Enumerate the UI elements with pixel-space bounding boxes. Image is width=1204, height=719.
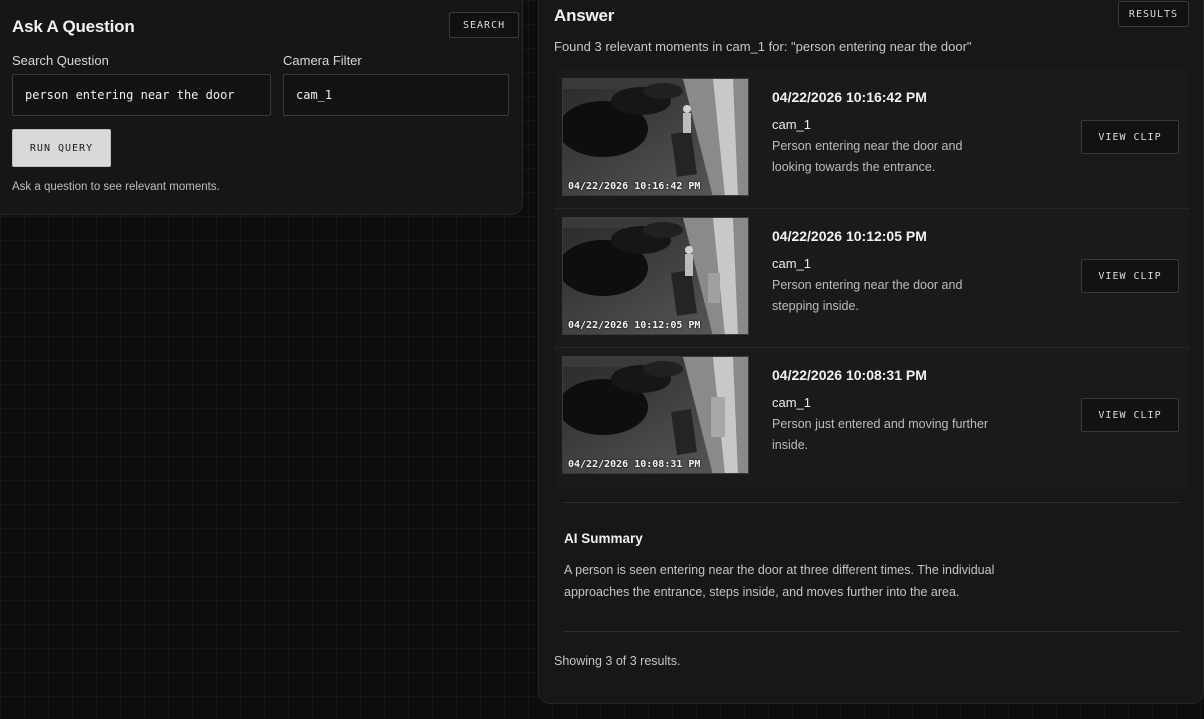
camera-filter-input[interactable]	[283, 74, 509, 116]
run-query-button[interactable]: RUN QUERY	[12, 129, 111, 167]
result-timestamp: 04/22/2026 10:08:31 PM	[772, 367, 927, 383]
camera-filter-label: Camera Filter	[283, 53, 362, 68]
result-description: Person entering near the door and steppi…	[772, 278, 963, 313]
thumbnail-timestamp: 04/22/2026 10:08:31 PM	[568, 459, 701, 470]
search-tag-button[interactable]: SEARCH	[449, 12, 520, 38]
thumbnail-timestamp: 04/22/2026 10:16:42 PM	[568, 181, 701, 192]
ask-question-panel: Ask A Question SEARCH Search Question Ca…	[0, 0, 523, 215]
result-item: 04/22/2026 10:16:42 PM 04/22/2026 10:16:…	[555, 70, 1189, 209]
view-clip-button[interactable]: VIEW CLIP	[1081, 120, 1179, 154]
answer-panel-title: Answer	[554, 6, 615, 25]
ai-summary-title: AI Summary	[564, 531, 643, 546]
result-thumbnail[interactable]: 04/22/2026 10:16:42 PM	[562, 78, 749, 196]
showing-results-text: Showing 3 of 3 results.	[554, 654, 681, 668]
result-description: Person entering near the door and lookin…	[772, 139, 963, 174]
results-tag-button[interactable]: RESULTS	[1118, 1, 1189, 27]
result-timestamp: 04/22/2026 10:16:42 PM	[772, 89, 927, 105]
result-camera: cam_1	[772, 117, 812, 132]
result-camera: cam_1	[772, 256, 812, 271]
result-item: 04/22/2026 10:12:05 PM 04/22/2026 10:12:…	[555, 209, 1189, 348]
result-thumbnail[interactable]: 04/22/2026 10:12:05 PM	[562, 217, 749, 335]
result-item: 04/22/2026 10:08:31 PM 04/22/2026 10:08:…	[555, 348, 1189, 487]
summary-divider-bottom	[563, 631, 1180, 632]
result-thumbnail[interactable]: 04/22/2026 10:08:31 PM	[562, 356, 749, 474]
found-results-text: Found 3 relevant moments in cam_1 for: "…	[554, 39, 972, 54]
result-timestamp: 04/22/2026 10:12:05 PM	[772, 228, 927, 244]
thumbnail-timestamp: 04/22/2026 10:12:05 PM	[568, 320, 701, 331]
result-camera: cam_1	[772, 395, 812, 410]
summary-divider-top	[563, 502, 1180, 503]
results-list: 04/22/2026 10:16:42 PM 04/22/2026 10:16:…	[555, 70, 1189, 487]
answer-panel: Answer RESULTS Found 3 relevant moments …	[538, 0, 1204, 704]
ai-summary-text: A person is seen entering near the door …	[564, 563, 995, 599]
search-question-label: Search Question	[12, 53, 109, 68]
search-question-input[interactable]	[12, 74, 271, 116]
view-clip-button[interactable]: VIEW CLIP	[1081, 398, 1179, 432]
ask-panel-title: Ask A Question	[12, 17, 135, 36]
view-clip-button[interactable]: VIEW CLIP	[1081, 259, 1179, 293]
query-hint-text: Ask a question to see relevant moments.	[12, 181, 220, 193]
result-description: Person just entered and moving further i…	[772, 417, 989, 452]
